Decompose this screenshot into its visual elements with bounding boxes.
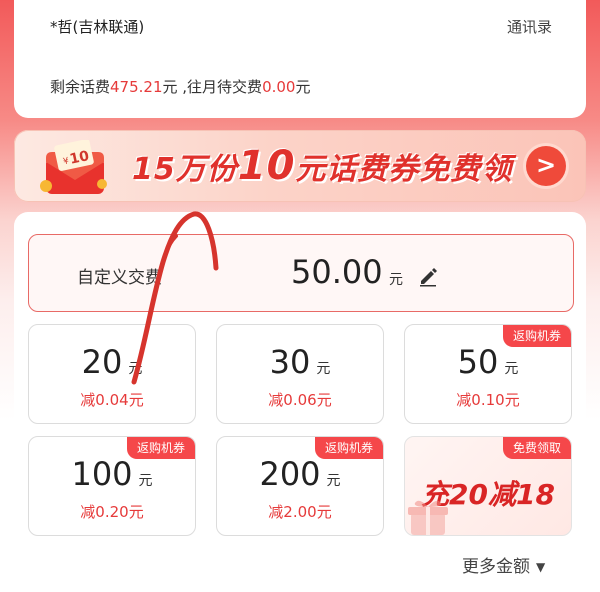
tile-discount: 减0.06元 — [268, 391, 332, 409]
due-value: 0.00 — [262, 78, 296, 96]
promo-text: 15万份10元话费券免费领 — [132, 144, 512, 188]
red-envelope-icon: ¥ 10 — [40, 140, 107, 194]
tile-unit: 元 — [326, 473, 341, 489]
promo-text-b: 元话费券免费领 — [295, 152, 513, 187]
amount-tile-30[interactable]: 30 元 减0.06元 — [216, 324, 384, 424]
custom-recharge-field[interactable]: 自定义交费 50.00 元 — [28, 234, 574, 312]
balance-unit: 元 ,往月待交费 — [162, 78, 263, 96]
custom-recharge-unit: 元 — [389, 272, 403, 288]
tile-discount: 减2.00元 — [268, 503, 332, 521]
gift-icon — [408, 500, 448, 535]
amount-tile-100[interactable]: 返购机券 100 元 减0.20元 — [28, 436, 196, 536]
chevron-right-icon[interactable]: > — [526, 146, 566, 186]
tile-unit: 元 — [316, 361, 331, 377]
amount-tile-50[interactable]: 返购机券 50 元 减0.10元 — [404, 324, 572, 424]
contacts-link[interactable]: 通讯录 — [507, 16, 552, 37]
recharge-panel: 自定义交费 50.00 元 20 元 减0.04元 30 元 减0.06元 返购机券… — [14, 212, 586, 592]
balance-value: 475.21 — [110, 78, 163, 96]
tile-amount: 20 — [81, 343, 123, 381]
caret-down-icon: ▼ — [536, 560, 546, 574]
tile-badge: 免费领取 — [502, 437, 571, 459]
promo-tile[interactable]: 免费领取 充20减18 — [404, 436, 572, 536]
custom-recharge-label: 自定义交费 — [77, 268, 162, 288]
tile-unit: 元 — [138, 473, 153, 489]
tile-unit: 元 — [504, 361, 519, 377]
tile-amount: 30 — [269, 343, 311, 381]
promo-text-big: 10 — [237, 143, 296, 189]
balance-prefix: 剩余话费 — [50, 78, 111, 96]
tile-amount: 200 — [259, 455, 321, 493]
balance-line: 剩余话费475.21元 ,往月待交费0.00元 — [50, 76, 310, 97]
promo-text-a: 15万份 — [132, 152, 238, 187]
pencil-icon[interactable] — [417, 265, 439, 287]
tile-discount: 减0.20元 — [80, 503, 144, 521]
tile-discount: 减0.10元 — [456, 391, 520, 409]
tile-amount: 100 — [71, 455, 133, 493]
more-amounts-toggle[interactable]: 更多金额 ▼ — [462, 552, 545, 577]
account-card: *哲(吉林联通) 通讯录 剩余话费475.21元 ,往月待交费0.00元 — [14, 0, 586, 118]
more-amounts-label: 更多金额 — [462, 557, 530, 577]
amount-tile-200[interactable]: 返购机券 200 元 减2.00元 — [216, 436, 384, 536]
tile-discount: 减0.04元 — [80, 391, 144, 409]
due-unit: 元 — [295, 78, 311, 96]
account-name: *哲(吉林联通) — [50, 18, 145, 36]
tile-unit: 元 — [128, 361, 143, 377]
tile-amount: 50 — [457, 343, 499, 381]
custom-recharge-amount[interactable]: 50.00 — [291, 253, 383, 291]
promo-banner[interactable]: ¥ 10 15万份10元话费券免费领 > — [14, 130, 586, 202]
amount-tile-20[interactable]: 20 元 减0.04元 — [28, 324, 196, 424]
